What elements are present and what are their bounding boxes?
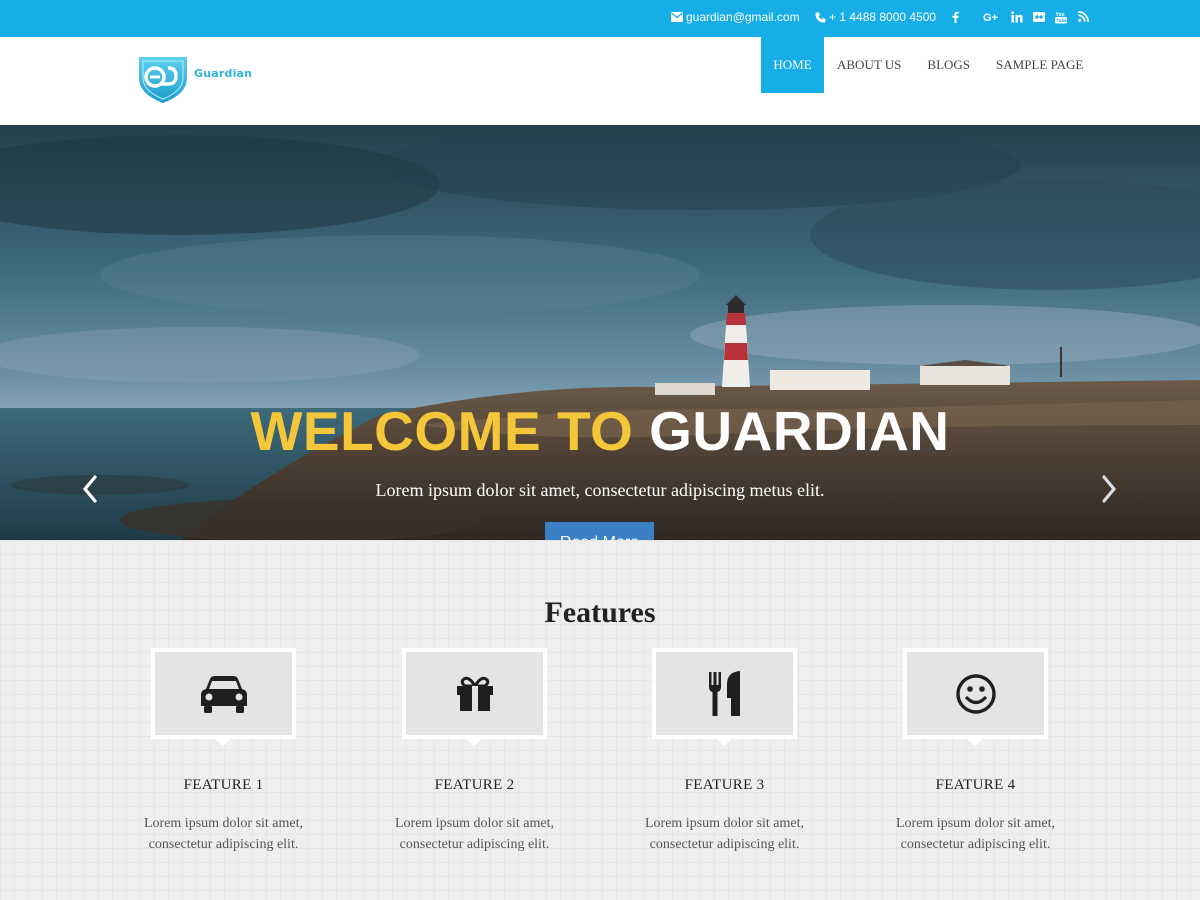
cutlery-icon bbox=[708, 670, 740, 716]
hero-background-image bbox=[0, 125, 1200, 540]
google-plus-icon[interactable]: G+ bbox=[982, 10, 1000, 24]
social-links: G+ You Tube bbox=[950, 10, 1094, 24]
slider-next-arrow[interactable] bbox=[1099, 475, 1119, 503]
car-icon bbox=[200, 675, 247, 713]
top-bar: guardian@gmail.com + 1 4488 8000 4500 G+… bbox=[0, 0, 1200, 37]
phone-icon bbox=[815, 12, 826, 22]
feature-title: FEATURE 2 bbox=[434, 777, 515, 793]
feature-text-line: Lorem ipsum dolor sit amet, bbox=[394, 816, 555, 831]
feature-text-line: consectetur adipiscing elit. bbox=[148, 837, 299, 852]
phone-link[interactable]: + 1 4488 8000 4500 bbox=[815, 10, 936, 24]
features-heading: Features bbox=[544, 596, 656, 629]
feature-text: Lorem ipsum dolor sit amet, consectetur … bbox=[602, 813, 847, 855]
youtube-icon[interactable]: You Tube bbox=[1050, 10, 1072, 24]
email-text: guardian@gmail.com bbox=[686, 10, 800, 24]
slider-prev-arrow[interactable] bbox=[80, 475, 100, 503]
feature-text-line: consectetur adipiscing elit. bbox=[649, 837, 800, 852]
read-more-button[interactable]: Read More bbox=[545, 522, 654, 540]
feature-title: FEATURE 4 bbox=[935, 777, 1016, 793]
feature-card-2: FEATURE 2 Lorem ipsum dolor sit amet, co… bbox=[352, 648, 554, 852]
email-link[interactable]: guardian@gmail.com bbox=[671, 10, 800, 24]
feature-text: Lorem ipsum dolor sit amet, consectetur … bbox=[101, 813, 346, 855]
features-section: Features FEATURE 1 Lorem ipsum dolor sit… bbox=[0, 540, 1200, 900]
nav-home[interactable]: HOME bbox=[761, 37, 824, 93]
shield-logo-icon bbox=[139, 57, 187, 103]
feature-card-3: FEATURE 3 Lorem ipsum dolor sit amet, co… bbox=[602, 648, 804, 852]
site-logo[interactable]: Guardian bbox=[136, 54, 266, 104]
feature-card-1: FEATURE 1 Lorem ipsum dolor sit amet, co… bbox=[101, 648, 303, 852]
chevron-right-icon bbox=[1102, 475, 1117, 503]
envelope-icon bbox=[671, 12, 683, 22]
feature-icon-box bbox=[151, 648, 296, 746]
hero-slider: WELCOME TO GUARDIAN Lorem ipsum dolor si… bbox=[0, 125, 1200, 540]
flickr-icon[interactable] bbox=[1028, 10, 1050, 24]
feature-text-line: Lorem ipsum dolor sit amet, bbox=[644, 816, 805, 831]
nav-sample-page[interactable]: SAMPLE PAGE bbox=[983, 37, 1096, 93]
nav-about-us[interactable]: ABOUT US bbox=[824, 37, 914, 93]
hero-title-part2: GUARDIAN bbox=[649, 400, 950, 462]
feature-icon-box bbox=[402, 648, 547, 746]
chevron-left-icon bbox=[82, 475, 97, 503]
feature-text: Lorem ipsum dolor sit amet, consectetur … bbox=[853, 813, 1098, 855]
feature-text: Lorem ipsum dolor sit amet, consectetur … bbox=[352, 813, 597, 855]
linkedin-icon[interactable] bbox=[1006, 10, 1028, 24]
phone-text: + 1 4488 8000 4500 bbox=[829, 10, 937, 24]
feature-card-4: FEATURE 4 Lorem ipsum dolor sit amet, co… bbox=[853, 648, 1055, 852]
feature-icon-box bbox=[652, 648, 797, 746]
feature-title: FEATURE 1 bbox=[183, 777, 264, 793]
facebook-icon[interactable] bbox=[950, 10, 960, 24]
main-nav: HOME ABOUT US BLOGS SAMPLE PAGE bbox=[761, 37, 1096, 93]
svg-text:G+: G+ bbox=[983, 12, 998, 23]
gift-icon bbox=[456, 676, 493, 711]
hero-subtitle: Lorem ipsum dolor sit amet, consectetur … bbox=[375, 480, 825, 500]
feature-text-line: Lorem ipsum dolor sit amet, bbox=[895, 816, 1056, 831]
logo-text: Guardian bbox=[194, 67, 253, 80]
feature-title: FEATURE 3 bbox=[684, 777, 765, 793]
site-header: Guardian HOME ABOUT US BLOGS SAMPLE PAGE bbox=[0, 37, 1200, 125]
feature-text-line: Lorem ipsum dolor sit amet, bbox=[143, 816, 304, 831]
feature-text-line: consectetur adipiscing elit. bbox=[399, 837, 550, 852]
feature-icon-box bbox=[903, 648, 1048, 746]
hero-title-part1: WELCOME TO bbox=[250, 400, 634, 462]
nav-blogs[interactable]: BLOGS bbox=[914, 37, 983, 93]
rss-icon[interactable] bbox=[1072, 10, 1094, 24]
feature-text-line: consectetur adipiscing elit. bbox=[900, 837, 1051, 852]
hero-title: WELCOME TO GUARDIAN bbox=[0, 401, 1200, 461]
smile-icon bbox=[955, 673, 996, 714]
svg-text:Tube: Tube bbox=[1056, 18, 1067, 23]
